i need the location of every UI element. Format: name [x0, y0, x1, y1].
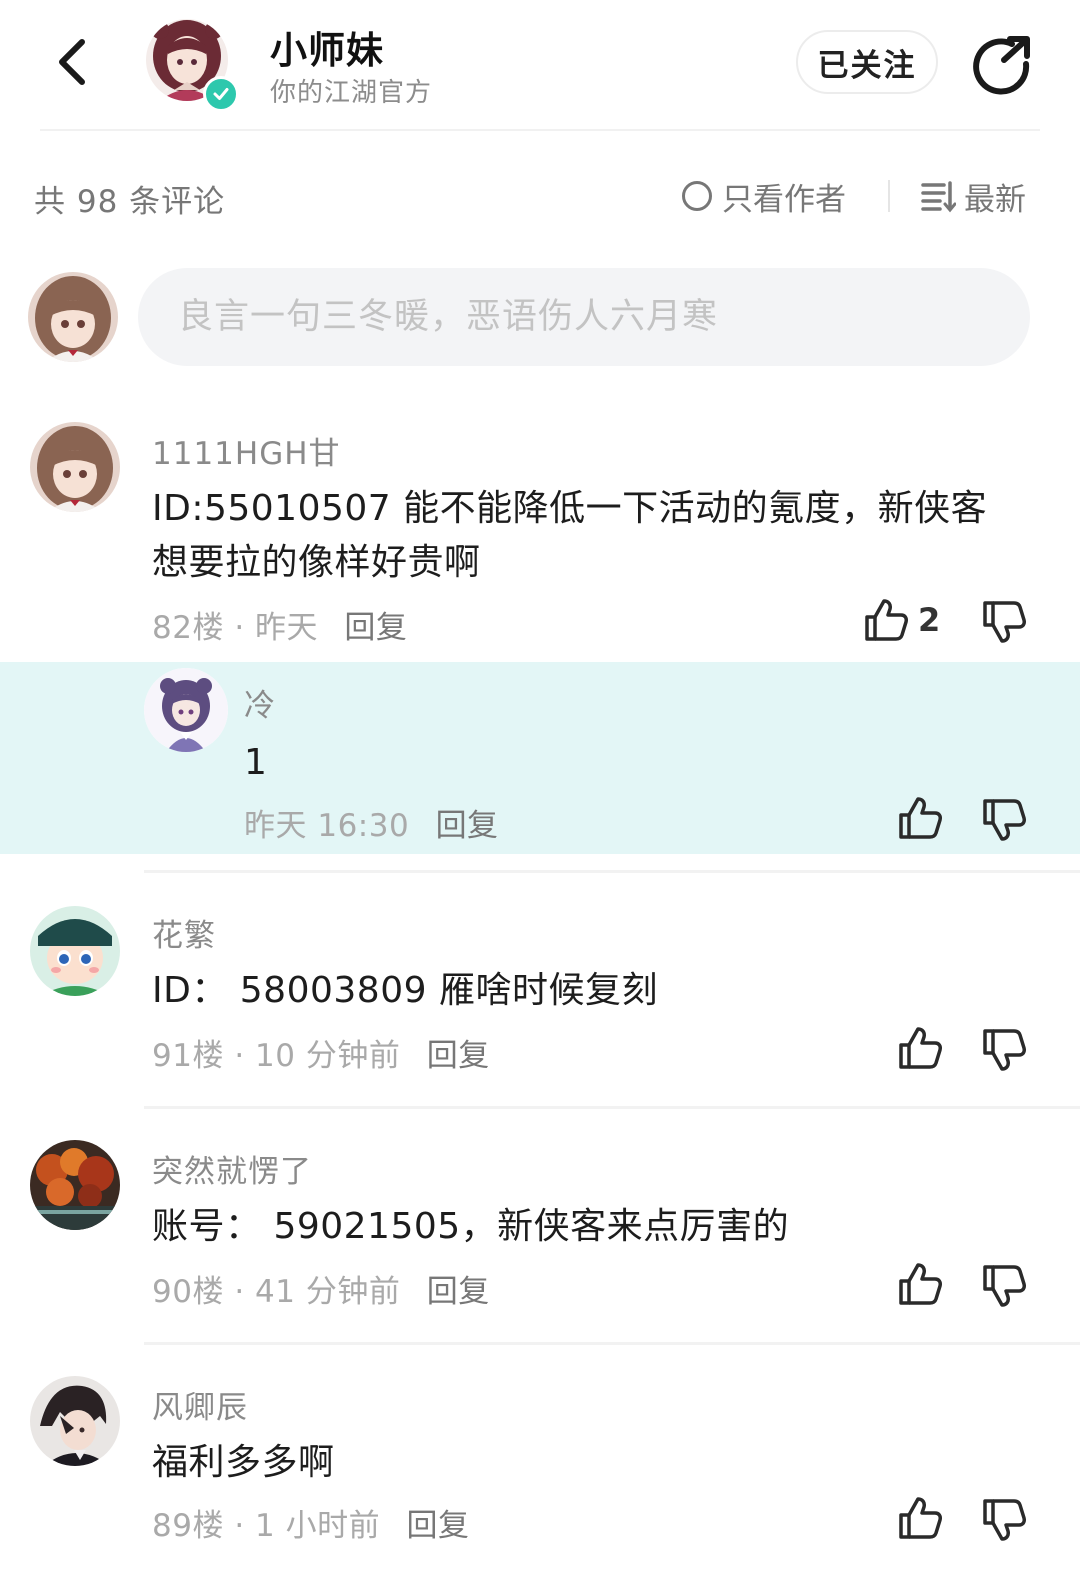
reply-button[interactable]: 回复: [427, 1274, 490, 1310]
dislike-button[interactable]: [980, 1026, 1028, 1074]
thumbs-down-icon: [983, 1265, 1026, 1307]
floor-number: 91楼: [152, 1038, 224, 1074]
comment-username[interactable]: 突然就愣了: [152, 1146, 312, 1191]
like-button[interactable]: [896, 1494, 944, 1542]
author-name[interactable]: 小师妹: [270, 20, 384, 74]
author-subtitle: 你的江湖官方: [270, 78, 433, 108]
floor-number: 90楼: [152, 1274, 224, 1310]
reply-button[interactable]: 回复: [344, 610, 407, 646]
comment-text: 账号： 59021505，新侠客来点厉害的: [152, 1206, 790, 1247]
sort-button[interactable]: 最新: [920, 176, 1026, 218]
reply-meta: 昨天 16:30 回复: [244, 800, 499, 845]
comment-count: 共 98 条评论: [34, 184, 226, 220]
comment-meta: 90楼 · 41 分钟前 回复: [152, 1274, 490, 1310]
only-author-label: 只看作者: [722, 181, 846, 218]
comment-meta: 82楼 · 昨天 回复: [152, 610, 408, 646]
reply-username[interactable]: 冷: [244, 680, 276, 725]
verified-badge: [203, 76, 239, 112]
comment-username[interactable]: 1111HGH甘: [152, 428, 341, 473]
comment-divider: [144, 1342, 1080, 1345]
my-avatar: [28, 272, 118, 362]
comment-username[interactable]: 花繁: [152, 910, 216, 955]
only-author-toggle[interactable]: 只看作者: [682, 176, 846, 218]
radio-circle-icon: [682, 181, 712, 211]
thumbs-up-icon: [899, 1497, 942, 1539]
filter-separator: [888, 180, 890, 212]
floor-number: 82楼: [152, 610, 224, 646]
comment-text: ID： 58003809 雁啥时候复刻: [152, 970, 658, 1011]
like-count: 2: [918, 601, 941, 639]
thumbs-up-icon: [899, 1263, 942, 1305]
sort-label: 最新: [964, 181, 1026, 218]
floor-number: 89楼: [152, 1508, 224, 1544]
dislike-button[interactable]: [980, 1496, 1028, 1544]
thumbs-up-icon: [899, 797, 942, 839]
like-button[interactable]: [896, 1024, 944, 1072]
dislike-button[interactable]: [980, 598, 1028, 646]
comment-text-line: ID:55010507 能不能降低一下活动的氪度，新侠客: [152, 488, 988, 529]
thumbs-down-icon: [983, 1499, 1026, 1541]
comment-time: 昨天: [255, 610, 319, 646]
share-icon: [973, 36, 1030, 95]
comment-meta: 91楼 · 10 分钟前 回复: [152, 1038, 490, 1074]
reply-text: 1: [244, 742, 268, 783]
like-button[interactable]: 2: [862, 596, 940, 644]
sort-list-icon: [921, 181, 956, 213]
commenter-avatar[interactable]: [30, 906, 120, 996]
reply-button[interactable]: 回复: [436, 808, 499, 844]
comment-time: 41 分钟前: [255, 1274, 401, 1310]
share-button[interactable]: [968, 32, 1034, 96]
thumbs-up-icon: [865, 599, 908, 641]
reply-button[interactable]: 回复: [406, 1508, 469, 1544]
comment-divider: [144, 870, 1080, 873]
thumbs-down-icon: [983, 1029, 1026, 1071]
follow-button[interactable]: 已关注: [796, 30, 938, 94]
thumbs-down-icon: [983, 799, 1026, 841]
like-button[interactable]: [896, 1260, 944, 1308]
thumbs-up-icon: [899, 1027, 942, 1069]
reply-highlight: 冷 1 昨天 16:30 回复: [0, 662, 1080, 854]
comment-divider: [144, 1106, 1080, 1109]
comment-text: ID:55010507 能不能降低一下活动的氪度，新侠客 想要拉的像样好贵啊: [152, 482, 1042, 590]
comment-text-line: 想要拉的像样好贵啊: [152, 542, 481, 583]
comment-meta: 89楼 · 1 小时前 回复: [152, 1508, 470, 1544]
back-button[interactable]: [44, 34, 100, 90]
comment-text: 福利多多啊: [152, 1442, 335, 1483]
header-divider: [40, 129, 1040, 131]
commenter-avatar[interactable]: [30, 422, 120, 512]
reply-time: 昨天 16:30: [244, 808, 410, 844]
comment-username[interactable]: 风卿辰: [152, 1382, 248, 1427]
verified-check-icon: [213, 88, 229, 100]
comment-time: 10 分钟前: [255, 1038, 401, 1074]
reply-button[interactable]: 回复: [427, 1038, 490, 1074]
commenter-avatar[interactable]: [30, 1140, 120, 1230]
comment-input[interactable]: [138, 268, 1030, 366]
commenter-avatar[interactable]: [30, 1376, 120, 1466]
dislike-button[interactable]: [980, 1262, 1028, 1310]
like-button[interactable]: [896, 794, 944, 842]
dislike-button[interactable]: [980, 796, 1028, 844]
thumbs-down-icon: [983, 601, 1026, 643]
chevron-left-icon: [59, 39, 85, 85]
reply-avatar[interactable]: [144, 668, 228, 752]
comment-time: 1 小时前: [255, 1508, 381, 1544]
top-bar: 小师妹 你的江湖官方 已关注: [0, 0, 1080, 130]
